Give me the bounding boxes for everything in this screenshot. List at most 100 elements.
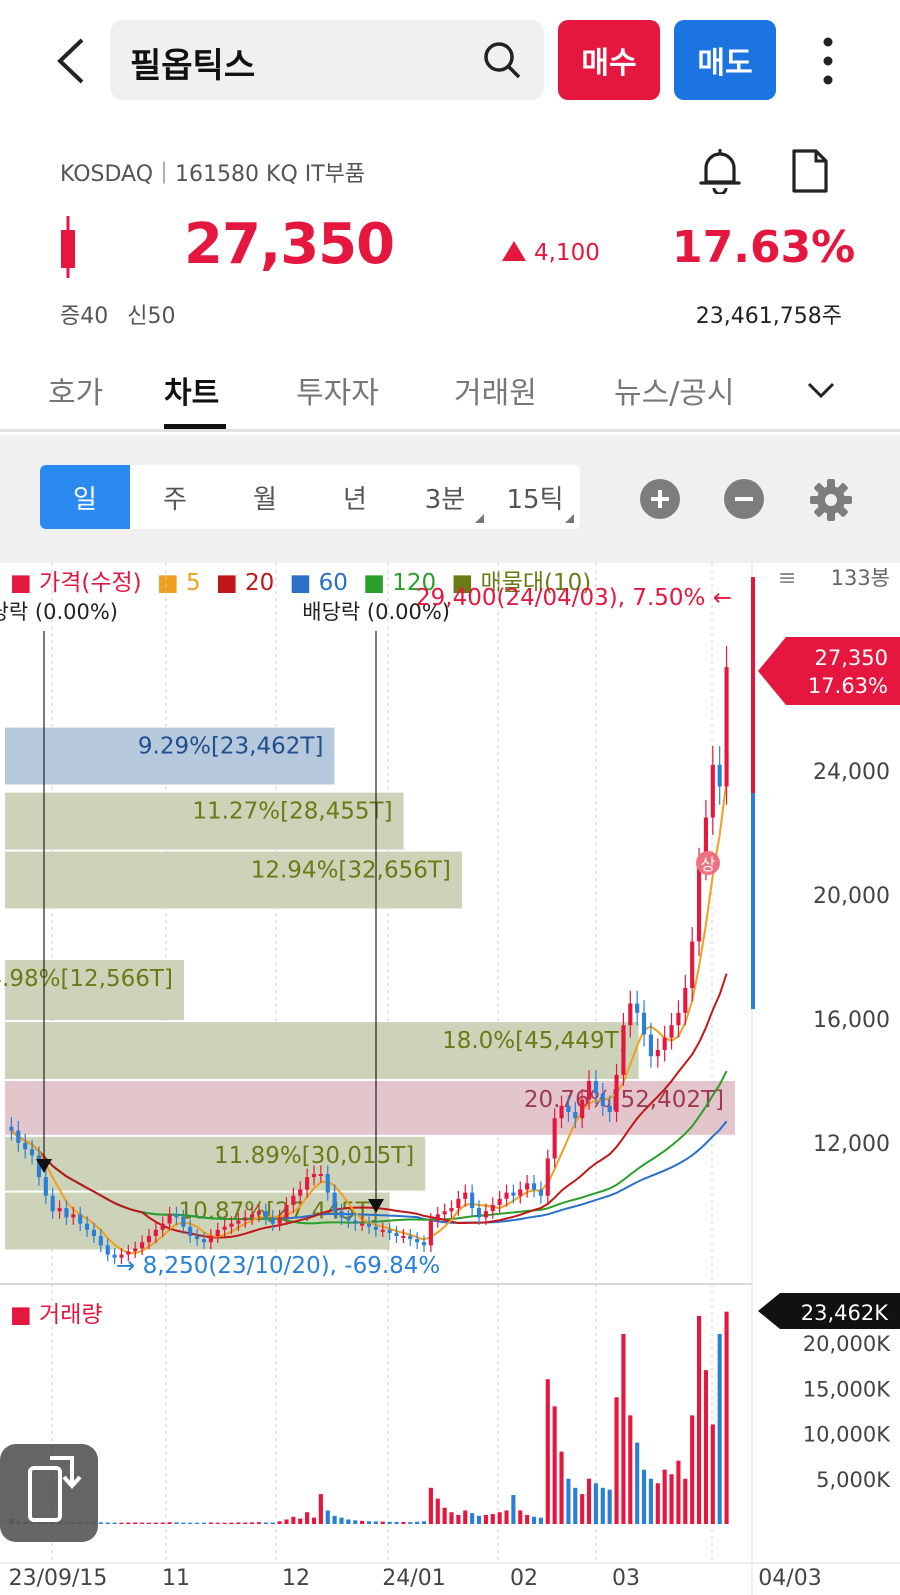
minus-icon	[735, 497, 753, 501]
volume-bar	[153, 1522, 158, 1524]
margin-info: 증40 신50	[60, 304, 176, 329]
volume-bar	[105, 1522, 110, 1524]
rotate-screen-button[interactable]	[0, 1444, 98, 1542]
tab-chart[interactable]: 차트	[164, 368, 219, 412]
buy-button[interactable]: 매수	[558, 20, 660, 100]
candle-body	[195, 1236, 200, 1240]
candle-body	[23, 1143, 28, 1150]
volume-bar	[538, 1517, 543, 1524]
volume-bar	[366, 1521, 372, 1524]
search-icon[interactable]	[482, 40, 522, 80]
candle-body	[91, 1229, 97, 1236]
volume-bar	[696, 1315, 702, 1524]
candle-body	[559, 1105, 564, 1119]
tab-news[interactable]: 뉴스/공시	[614, 368, 735, 412]
volume-bar	[690, 1415, 695, 1524]
candle-body	[243, 1217, 248, 1221]
volume-bar	[250, 1522, 255, 1524]
candle-body	[50, 1195, 55, 1212]
candle-body	[105, 1245, 110, 1255]
period-day[interactable]: 일	[40, 465, 130, 529]
candle-body	[655, 1050, 660, 1057]
upper-limit-badge-text: 상	[701, 855, 716, 874]
candle-body	[442, 1211, 447, 1215]
volume-bar	[428, 1487, 433, 1524]
candle-body	[43, 1177, 48, 1196]
candle-body	[401, 1236, 406, 1238]
candle-body	[215, 1229, 220, 1236]
period-year[interactable]: 년	[310, 465, 400, 529]
bell-icon[interactable]	[698, 146, 742, 194]
zoom-out-button[interactable]	[724, 479, 764, 519]
volume-bar	[607, 1489, 612, 1524]
volume-bar	[401, 1522, 406, 1524]
volume-bar	[325, 1510, 330, 1524]
stock-search-input[interactable]: 필옵틱스	[130, 38, 255, 87]
volume-bar	[311, 1517, 317, 1524]
volume-bar	[456, 1514, 461, 1524]
candle-body	[229, 1223, 234, 1227]
candle-body	[566, 1105, 571, 1112]
candle-body	[580, 1099, 585, 1119]
back-arrow-icon[interactable]	[52, 36, 92, 86]
volume-bar	[552, 1406, 557, 1524]
x-tick-label: 03	[612, 1566, 640, 1591]
candle-body	[690, 941, 695, 988]
candle-body	[256, 1211, 262, 1215]
candle-body	[463, 1192, 468, 1199]
price-range-strip-down	[751, 793, 755, 1009]
current-price-tag-price: 27,350	[815, 646, 888, 670]
candle-body	[360, 1223, 365, 1226]
volume-profile-label: 12.94%[32,656T]	[251, 858, 451, 884]
volume-bar	[531, 1516, 537, 1524]
candle-body	[614, 1074, 619, 1112]
active-tab-indicator	[164, 424, 226, 429]
document-icon[interactable]	[790, 148, 830, 194]
volume-bar	[119, 1522, 124, 1524]
candle-body	[696, 864, 702, 942]
candle-body	[717, 764, 722, 787]
chart-area[interactable]: ■ 가격(수정) ■ 5 ■ 20 ■ 60 ■ 120 ■ 매물대(10) 9…	[0, 563, 900, 1595]
volume-bar	[160, 1522, 165, 1524]
price-chart[interactable]: 9.29%[23,462T] 11.27%[28,455T] 12.94%[32,6…	[0, 563, 900, 1595]
candle-body	[600, 1093, 605, 1106]
gear-icon[interactable]	[810, 479, 852, 521]
x-tick-label: 02	[510, 1566, 538, 1591]
candle-body	[160, 1223, 165, 1230]
volume-bar	[641, 1469, 647, 1524]
more-vertical-icon[interactable]	[818, 36, 838, 86]
candle-body	[380, 1229, 385, 1232]
up-triangle-icon	[502, 241, 526, 261]
zoom-in-button[interactable]	[640, 479, 680, 519]
candle-body	[181, 1217, 186, 1227]
volume-bar	[483, 1514, 488, 1524]
volume-bar	[408, 1522, 413, 1524]
candle-body	[593, 1081, 598, 1094]
candle-body	[208, 1236, 213, 1243]
period-minute[interactable]: 3분	[400, 465, 490, 529]
candle-body	[525, 1183, 530, 1190]
volume-bar	[621, 1333, 626, 1524]
volume-bar	[415, 1521, 420, 1524]
price-range-strip-up	[751, 577, 755, 793]
tab-broker[interactable]: 거래원	[454, 368, 537, 412]
stock-search-box[interactable]: 필옵틱스	[110, 20, 544, 100]
candle-count-label: 133봉	[831, 566, 890, 590]
candle-body	[140, 1242, 145, 1249]
period-month[interactable]: 월	[220, 465, 310, 529]
period-minute-label: 3분	[424, 484, 466, 515]
volume-bar	[511, 1495, 516, 1524]
chevron-down-icon[interactable]	[806, 378, 836, 402]
tab-investor[interactable]: 투자자	[296, 368, 379, 412]
volume-bar	[243, 1522, 248, 1524]
candle-body	[573, 1112, 578, 1119]
tab-orderbook[interactable]: 호가	[48, 368, 103, 412]
sell-button[interactable]: 매도	[674, 20, 776, 100]
period-week-label: 주	[163, 484, 187, 515]
volume-profile-label: 4.98%[12,566T]	[0, 966, 173, 992]
volume-bar	[525, 1514, 530, 1524]
candle-body	[284, 1205, 289, 1218]
candle-body	[277, 1217, 282, 1224]
period-week[interactable]: 주	[130, 465, 220, 529]
period-tick[interactable]: 15틱	[490, 465, 580, 529]
